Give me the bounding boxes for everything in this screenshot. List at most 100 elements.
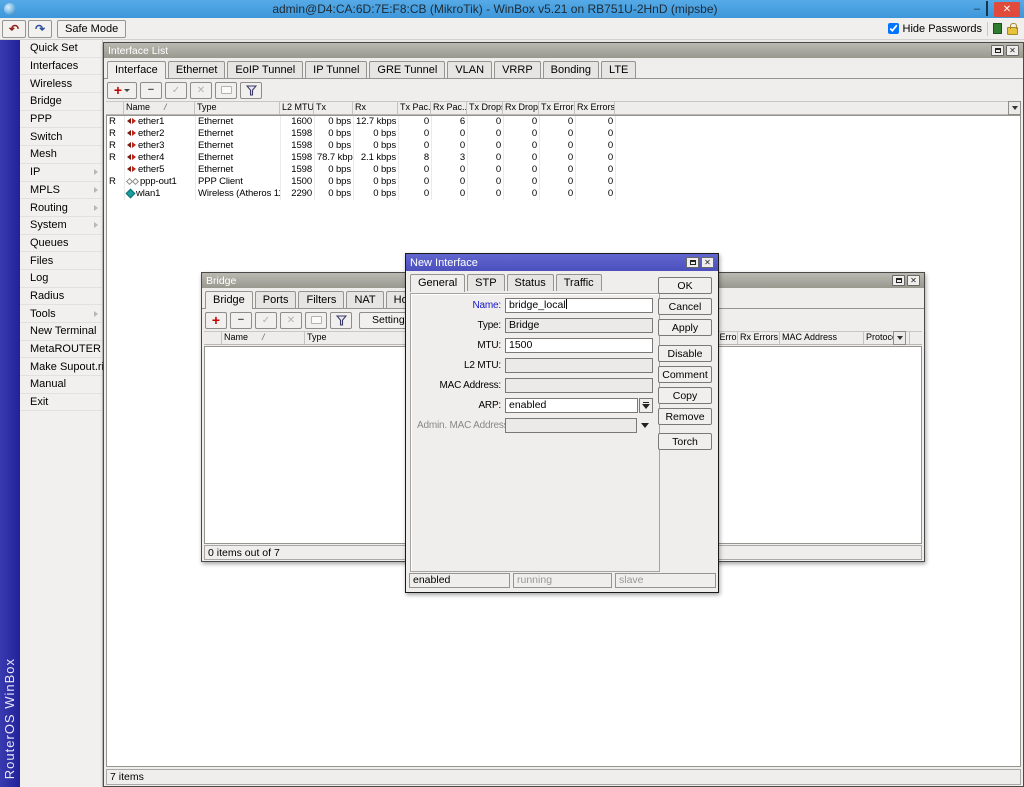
name-field[interactable]: bridge_local (505, 298, 653, 313)
column-rx[interactable]: Rx (353, 102, 398, 114)
minimize-icon[interactable]: – (974, 4, 980, 14)
tab-bridge[interactable]: Bridge (205, 291, 253, 309)
sidebar-item-metarouter[interactable]: MetaROUTER (20, 341, 102, 359)
tab-bonding[interactable]: Bonding (543, 61, 599, 78)
arp-dropdown-button[interactable] (639, 398, 653, 413)
sidebar-item-mpls[interactable]: MPLS (20, 182, 102, 200)
table-row[interactable]: R ether2 Ethernet 1598 0 bps 0 bps 0 0 0… (107, 128, 1020, 140)
column-name[interactable]: Name/ (222, 332, 305, 344)
ok-button[interactable]: OK (658, 277, 712, 294)
table-row[interactable]: ether5 Ethernet 1598 0 bps 0 bps 0 0 0 0… (107, 164, 1020, 176)
copy-button[interactable]: Copy (658, 387, 712, 404)
hide-passwords-input[interactable] (888, 23, 899, 34)
tab-filters[interactable]: Filters (298, 291, 344, 308)
tab-ip-tunnel[interactable]: IP Tunnel (305, 61, 367, 78)
column-flag[interactable] (204, 332, 222, 344)
table-row[interactable]: R ether3 Ethernet 1598 0 bps 0 bps 0 0 0… (107, 140, 1020, 152)
sidebar-item-make-supout[interactable]: Make Supout.rif (20, 358, 102, 376)
sidebar-item-queues[interactable]: Queues (20, 235, 102, 253)
sidebar-item-interfaces[interactable]: Interfaces (20, 58, 102, 76)
torch-button[interactable]: Torch (658, 433, 712, 450)
close-icon[interactable]: ✕ (907, 275, 920, 286)
disable-button[interactable]: ✕ (280, 312, 302, 329)
sidebar-item-bridge[interactable]: Bridge (20, 93, 102, 111)
remove-button[interactable]: Remove (658, 408, 712, 425)
table-row[interactable]: R ether4 Ethernet 1598 78.7 kbps 2.1 kbp… (107, 152, 1020, 164)
cancel-button[interactable]: Cancel (658, 298, 712, 315)
column-rx-drops[interactable]: Rx Drops (503, 102, 539, 114)
tab-gre-tunnel[interactable]: GRE Tunnel (369, 61, 445, 78)
column-mac-address[interactable]: MAC Address (780, 332, 864, 344)
column-rx-errors[interactable]: Rx Errors (738, 332, 780, 344)
column-tx-packet[interactable]: Tx Pac... (398, 102, 431, 114)
column-select-button[interactable] (1008, 101, 1021, 115)
sidebar-item-new-terminal[interactable]: New Terminal (20, 323, 102, 341)
sidebar-item-system[interactable]: System (20, 217, 102, 235)
restore-icon[interactable] (991, 45, 1004, 56)
tab-traffic[interactable]: Traffic (556, 274, 602, 291)
add-button[interactable]: + (205, 312, 227, 329)
column-tx[interactable]: Tx (314, 102, 353, 114)
filter-button[interactable] (330, 312, 352, 329)
sidebar-item-files[interactable]: Files (20, 252, 102, 270)
sidebar-item-log[interactable]: Log (20, 270, 102, 288)
table-row[interactable]: R ppp-out1 PPP Client 1500 0 bps 0 bps 0… (107, 176, 1020, 188)
comment-button[interactable]: Comment (658, 366, 712, 383)
column-l2mtu[interactable]: L2 MTU (280, 102, 314, 114)
restore-icon[interactable] (892, 275, 905, 286)
tab-eoip-tunnel[interactable]: EoIP Tunnel (227, 61, 303, 78)
tab-ethernet[interactable]: Ethernet (168, 61, 226, 78)
sidebar-item-exit[interactable]: Exit (20, 394, 102, 412)
comment-button[interactable] (305, 312, 327, 329)
undo-button[interactable]: ↶ (2, 20, 26, 38)
sidebar-item-mesh[interactable]: Mesh (20, 146, 102, 164)
sidebar-item-radius[interactable]: Radius (20, 288, 102, 306)
mtu-field[interactable]: 1500 (505, 338, 653, 353)
column-name[interactable]: Name/ (124, 102, 195, 114)
column-tx-errors[interactable]: Tx Errors (539, 102, 575, 114)
interface-list-titlebar[interactable]: Interface List ✕ (104, 43, 1023, 58)
tab-nat[interactable]: NAT (346, 291, 383, 308)
sidebar-item-switch[interactable]: Switch (20, 128, 102, 146)
column-rx-packet[interactable]: Rx Pac... (431, 102, 467, 114)
disable-button[interactable]: Disable (658, 345, 712, 362)
apply-button[interactable]: Apply (658, 319, 712, 336)
restore-icon[interactable] (986, 4, 988, 14)
sidebar-item-manual[interactable]: Manual (20, 376, 102, 394)
sidebar-item-routing[interactable]: Routing (20, 199, 102, 217)
admin-mac-dropdown[interactable] (637, 423, 653, 428)
remove-button[interactable]: − (140, 82, 162, 99)
enable-button[interactable]: ✓ (165, 82, 187, 99)
arp-select[interactable]: enabled (505, 398, 638, 413)
redo-button[interactable]: ↷ (28, 20, 52, 38)
tab-status[interactable]: Status (507, 274, 554, 291)
disable-button[interactable]: ✕ (190, 82, 212, 99)
column-flag[interactable] (106, 102, 124, 114)
safe-mode-button[interactable]: Safe Mode (57, 20, 126, 38)
tab-interface[interactable]: Interface (107, 61, 166, 79)
enable-button[interactable]: ✓ (255, 312, 277, 329)
close-icon[interactable]: ✕ (1006, 45, 1019, 56)
column-tx-drops[interactable]: Tx Drops (467, 102, 503, 114)
comment-button[interactable] (215, 82, 237, 99)
column-select-button[interactable] (893, 331, 906, 345)
add-button[interactable]: + (107, 82, 137, 99)
remove-button[interactable]: − (230, 312, 252, 329)
tab-general[interactable]: General (410, 274, 465, 292)
column-type[interactable]: Type (195, 102, 280, 114)
table-row[interactable]: wlan1 Wireless (Atheros 11N) 2290 0 bps … (107, 188, 1020, 200)
tab-lte[interactable]: LTE (601, 61, 636, 78)
sidebar-item-wireless[interactable]: Wireless (20, 75, 102, 93)
sidebar-item-tools[interactable]: Tools (20, 305, 102, 323)
sidebar-item-quick-set[interactable]: Quick Set (20, 40, 102, 58)
table-row[interactable]: R ether1 Ethernet 1600 0 bps 12.7 kbps 0… (107, 116, 1020, 128)
filter-button[interactable] (240, 82, 262, 99)
sidebar-item-ip[interactable]: IP (20, 164, 102, 182)
tab-vrrp[interactable]: VRRP (494, 61, 541, 78)
tab-ports[interactable]: Ports (255, 291, 297, 308)
column-type[interactable]: Type (305, 332, 415, 344)
tab-vlan[interactable]: VLAN (447, 61, 492, 78)
close-icon[interactable]: ✕ (994, 2, 1020, 17)
tab-stp[interactable]: STP (467, 274, 504, 291)
hide-passwords-checkbox[interactable]: Hide Passwords (888, 23, 982, 35)
